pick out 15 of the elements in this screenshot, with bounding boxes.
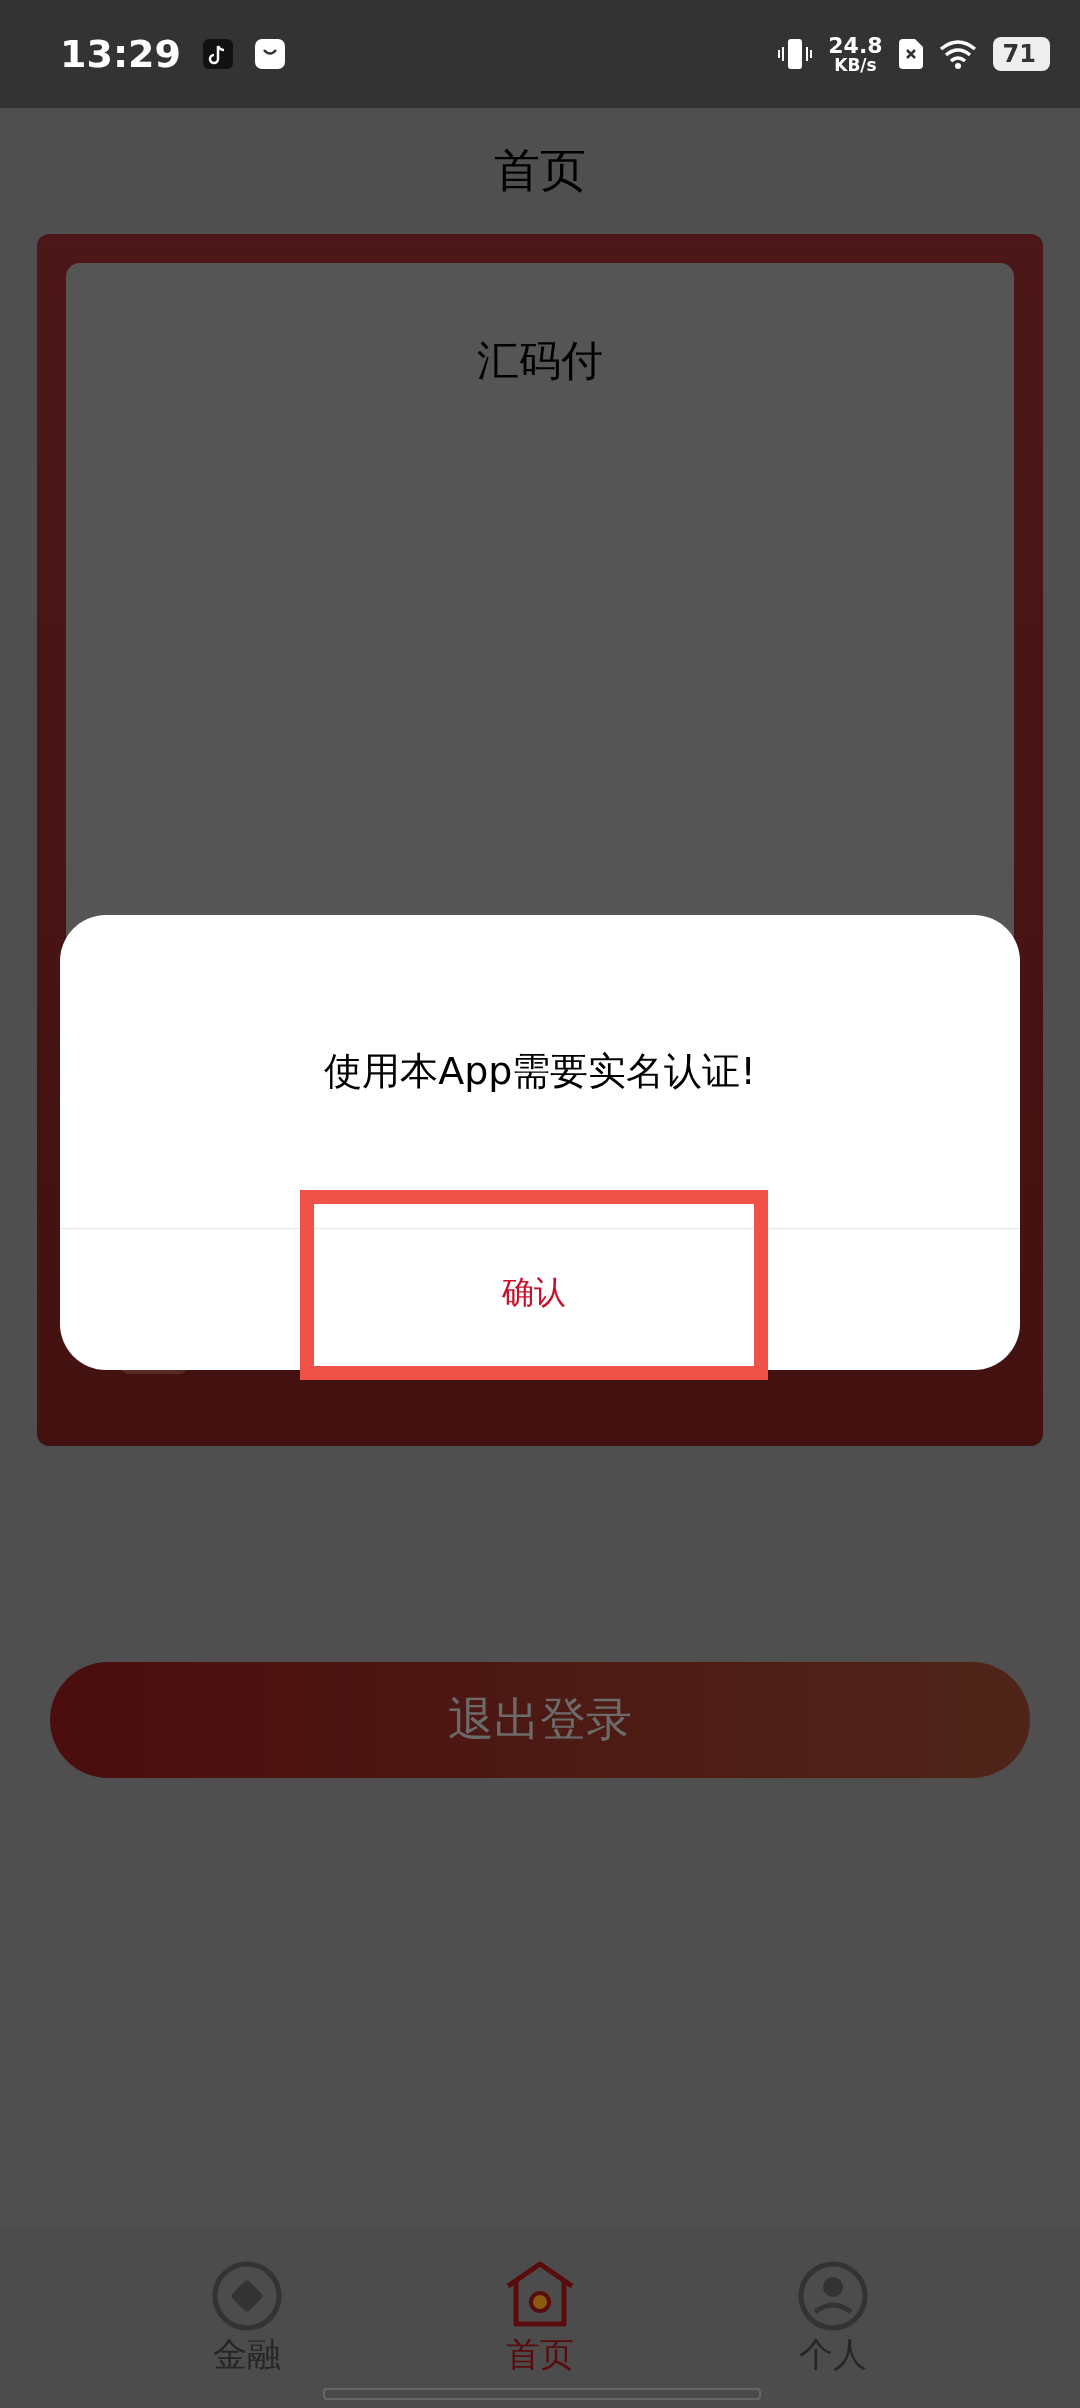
card-title: 汇码付	[477, 335, 603, 383]
nav-tab[interactable]: 首页	[480, 2260, 600, 2408]
logout-button[interactable]: 退出登录	[50, 1662, 1030, 1778]
vibrate-icon	[778, 38, 813, 70]
speed-unit: KB/s	[834, 56, 877, 74]
page-title: 首页	[493, 142, 587, 199]
shopping-bag-icon	[254, 39, 285, 69]
diamond-coin-icon	[210, 2260, 283, 2332]
wifi-icon	[938, 39, 977, 69]
network-speed: 24.8	[828, 34, 883, 57]
battery-level: 71	[992, 37, 1050, 71]
person-icon	[797, 2260, 870, 2332]
music-app-icon	[202, 39, 233, 69]
sim-card-icon	[898, 39, 923, 69]
clock-time: 13:29	[60, 32, 181, 76]
